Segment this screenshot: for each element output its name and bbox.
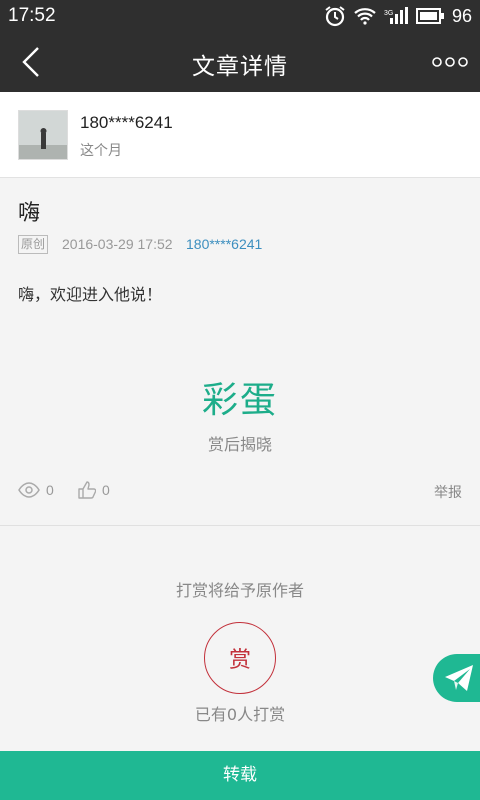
page-title: 文章详情 (192, 54, 288, 80)
alarm-icon (324, 5, 346, 27)
author-card[interactable]: 180****6241 这个月 (0, 92, 480, 178)
more-button[interactable] (432, 52, 468, 72)
eye-icon (18, 482, 40, 498)
reward-note: 打赏将给予原作者 (175, 581, 304, 600)
view-count-value: 0 (46, 482, 54, 498)
article-body: 嗨，欢迎进入他说！ (18, 285, 163, 304)
avatar[interactable] (18, 110, 68, 160)
article-author-link[interactable]: 180****6241 (186, 236, 262, 252)
original-tag: 原创 (18, 235, 49, 254)
article-date: 2016-03-29 17:52 (62, 236, 173, 252)
report-link[interactable]: 举报 (434, 482, 462, 502)
author-name[interactable]: 180****6241 (80, 113, 173, 133)
battery-level: 96 (451, 5, 472, 26)
reward-count: 已有0人打赏 (194, 705, 286, 724)
status-time: 17:52 (8, 5, 56, 26)
paper-plane-icon (445, 665, 473, 691)
network-type: 3G (384, 10, 393, 17)
thumbs-up-icon (78, 481, 96, 499)
like-count: 0 (102, 482, 110, 498)
view-count: 0 (18, 482, 54, 498)
wifi-icon (354, 7, 376, 25)
reward-section: 打赏将给予原作者 赏 已有0人打赏 (0, 527, 480, 751)
status-icons: 3G 96 (324, 5, 472, 27)
easter-egg-subtitle: 赏后揭晓 (207, 435, 272, 454)
easter-egg-title[interactable]: 彩蛋 (0, 371, 480, 423)
article-title: 嗨 (18, 201, 41, 226)
battery-icon (415, 8, 444, 24)
author-subtitle: 这个月 (80, 143, 122, 159)
signal-icon: 3G (384, 7, 408, 25)
more-dots-icon (432, 57, 468, 67)
easter-egg: 彩蛋 赏后揭晓 (0, 371, 480, 455)
avatar-image (19, 111, 67, 159)
repost-button[interactable]: 转载 (0, 751, 480, 800)
article: 嗨 原创 2016-03-29 17:52 180****6241 嗨，欢迎进入… (0, 179, 480, 526)
reward-button[interactable]: 赏 (204, 622, 276, 694)
status-bar: 17:52 3G 96 (0, 0, 480, 32)
nav-bar: 文章详情 (0, 32, 480, 92)
like-button[interactable]: 0 (78, 481, 110, 499)
share-floating-button[interactable] (433, 654, 480, 702)
